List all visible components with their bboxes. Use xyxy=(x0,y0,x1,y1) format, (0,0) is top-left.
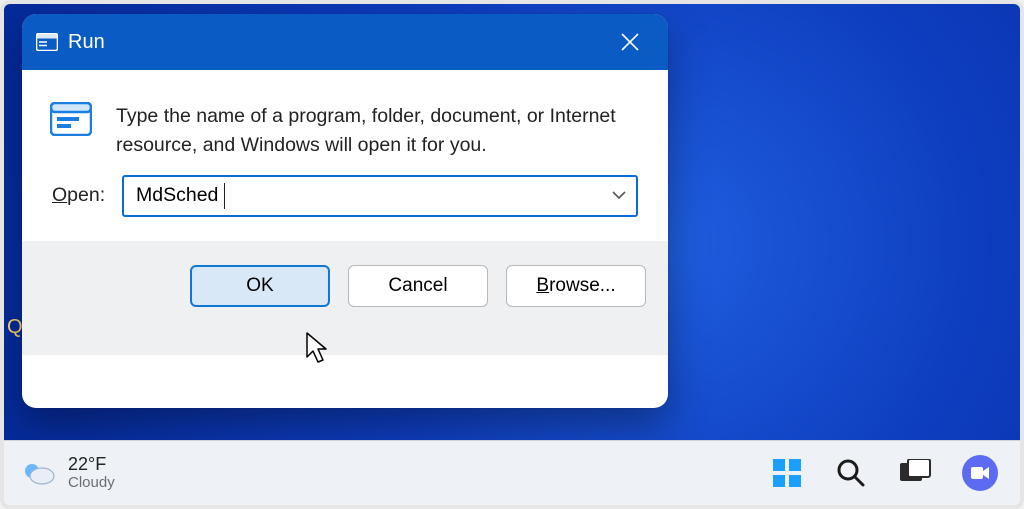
weather-widget[interactable]: 22°F Cloudy xyxy=(20,455,115,491)
weather-temperature: 22°F xyxy=(68,455,115,475)
titlebar: Run xyxy=(22,14,668,70)
weather-text: 22°F Cloudy xyxy=(68,455,115,491)
run-body-icon xyxy=(50,102,92,161)
chat-button[interactable] xyxy=(962,455,998,491)
open-row: Open: xyxy=(22,169,668,241)
close-button[interactable] xyxy=(600,14,660,70)
run-dialog: Run Type the name of a program, folder, … xyxy=(22,14,668,408)
video-chat-icon xyxy=(969,462,991,484)
start-button[interactable] xyxy=(770,456,804,490)
task-view-icon xyxy=(899,459,931,487)
button-row: OK Cancel Browse... xyxy=(22,241,668,355)
stray-desktop-letter: Q xyxy=(7,316,23,339)
ok-button[interactable]: OK xyxy=(190,265,330,307)
windows-logo-icon xyxy=(771,457,803,489)
task-view-button[interactable] xyxy=(898,456,932,490)
dialog-description: Type the name of a program, folder, docu… xyxy=(116,102,634,161)
dialog-title: Run xyxy=(68,31,105,54)
taskbar: 22°F Cloudy xyxy=(4,440,1020,505)
weather-icon xyxy=(20,458,56,488)
search-button[interactable] xyxy=(834,456,868,490)
close-icon xyxy=(620,32,640,52)
open-combobox[interactable] xyxy=(122,175,638,217)
run-icon xyxy=(36,33,58,51)
open-input[interactable] xyxy=(134,183,600,208)
weather-condition: Cloudy xyxy=(68,475,115,492)
dialog-body: Type the name of a program, folder, docu… xyxy=(22,70,668,169)
text-caret xyxy=(224,183,225,209)
cancel-button[interactable]: Cancel xyxy=(348,265,488,307)
taskbar-items xyxy=(770,455,1004,491)
browse-button[interactable]: Browse... xyxy=(506,265,646,307)
chevron-down-icon[interactable] xyxy=(612,187,626,205)
open-label: Open: xyxy=(52,184,122,207)
desktop-canvas: Q Run xyxy=(0,0,1024,509)
search-icon xyxy=(836,458,866,488)
